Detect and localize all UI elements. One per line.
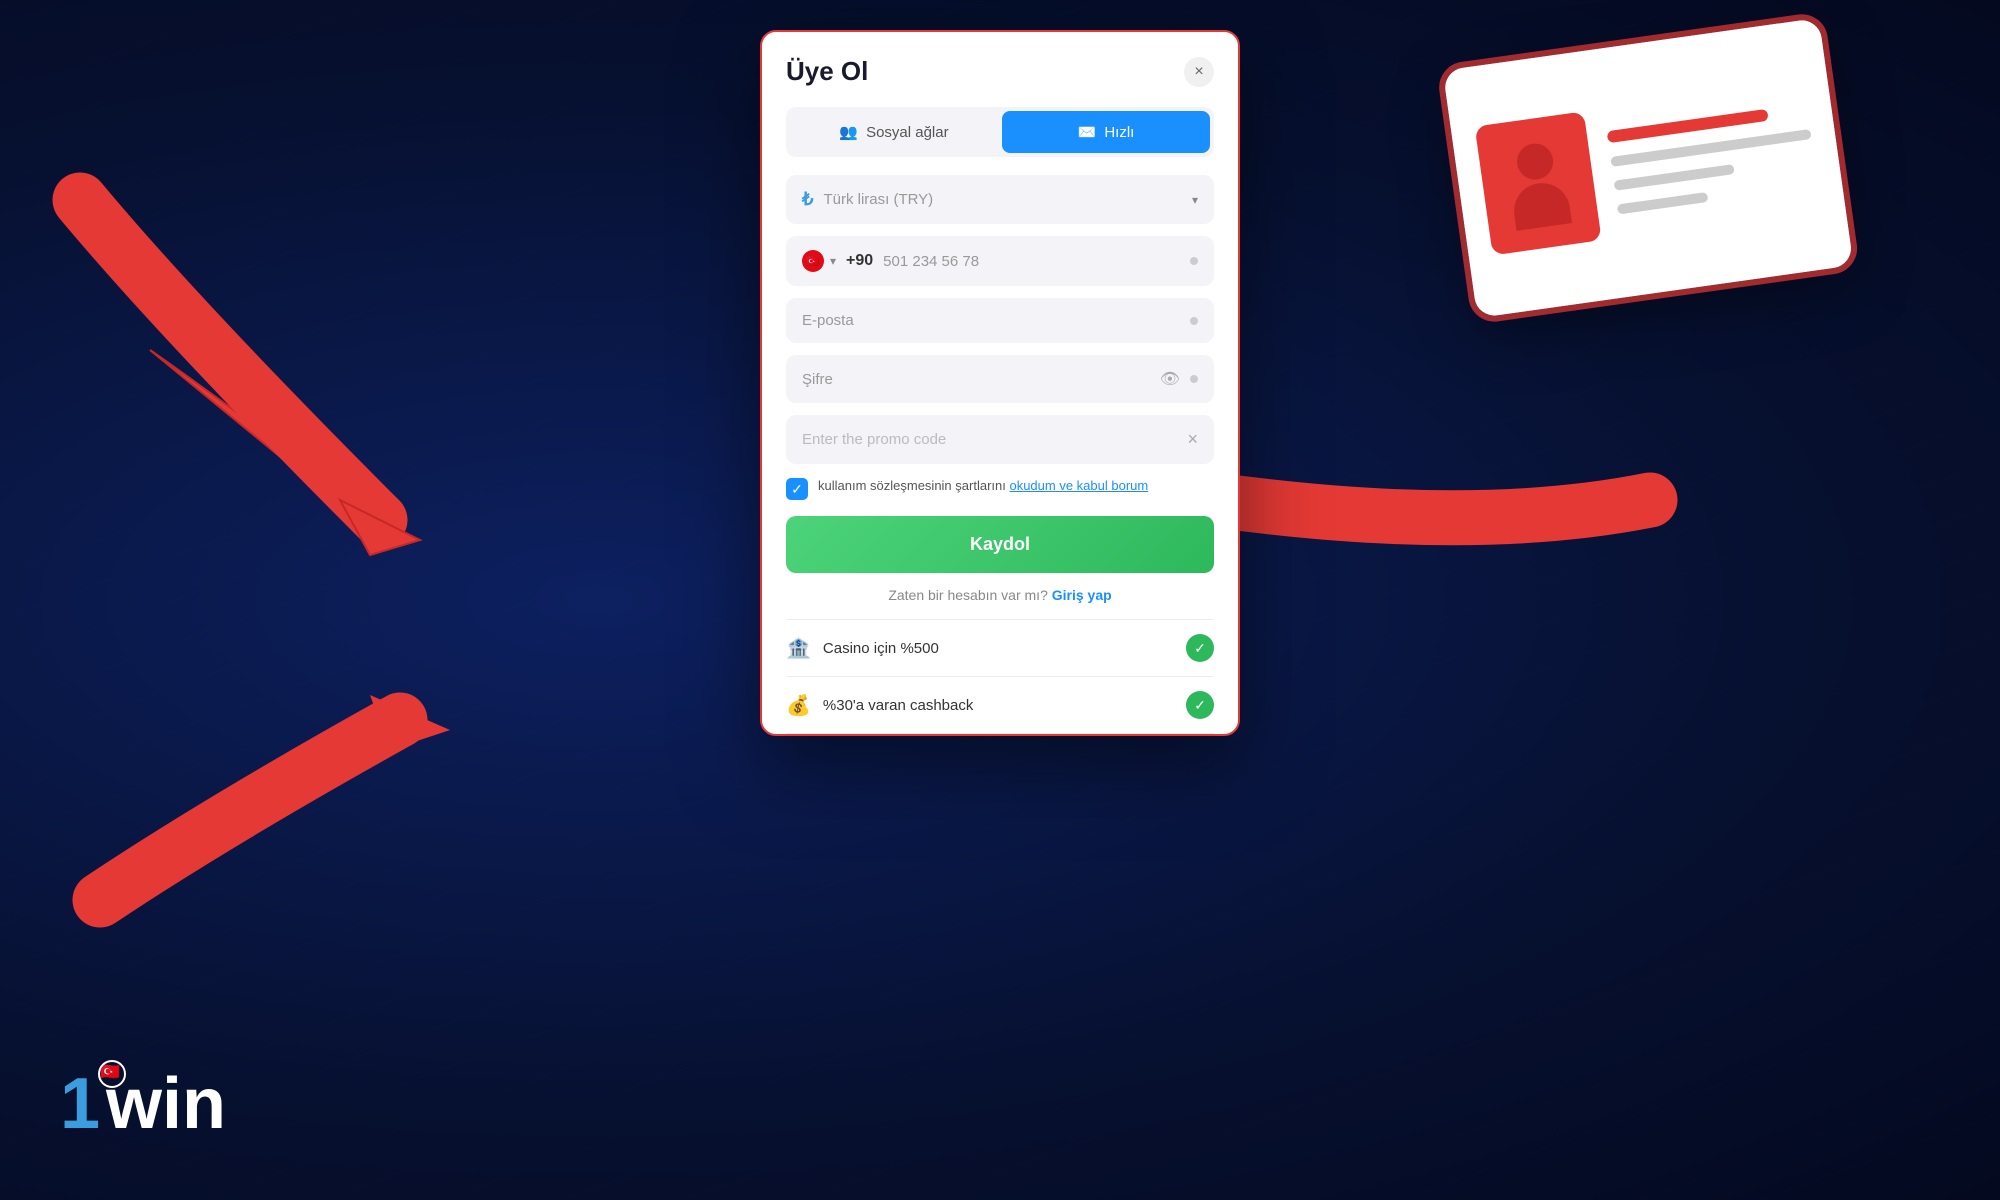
logo-number: 1 [60, 1064, 100, 1144]
password-indicator [1190, 375, 1198, 383]
password-placeholder: Şifre [802, 371, 1150, 388]
terms-checkbox[interactable]: ✓ [786, 478, 808, 500]
modal-header: Üye Ol × [786, 56, 1214, 87]
bonus-cashback-check: ✓ [1186, 691, 1214, 719]
logo-flag: 🇹🇷 [98, 1060, 126, 1088]
currency-icon: ₺ [802, 189, 813, 210]
promo-clear-icon[interactable]: × [1187, 429, 1198, 450]
phone-input[interactable]: 501 234 56 78 [883, 253, 1180, 270]
terms-link[interactable]: okudum ve kabul borum [1009, 478, 1148, 493]
id-avatar [1475, 111, 1602, 255]
promo-code-field[interactable]: Enter the promo code × [786, 415, 1214, 464]
terms-text: kullanım sözleşmesinin şartlarını okudum… [818, 476, 1148, 496]
bonus-item-casino: 🏦 Casino için %500 ✓ [786, 620, 1214, 677]
bonus-item-cashback: 💰 %30'a varan cashback ✓ [786, 677, 1214, 734]
email-icon: ✉️ [1078, 123, 1097, 141]
currency-value: Türk lirası (TRY) [823, 191, 1182, 208]
id-card-illustration [1443, 12, 1898, 348]
email-indicator [1190, 317, 1198, 325]
phone-field[interactable]: 🇹🇷 ▾ +90 501 234 56 78 [786, 236, 1214, 286]
email-field[interactable]: E-posta [786, 298, 1214, 343]
phone-chevron-icon: ▾ [830, 254, 836, 268]
bonus-cashback-text: %30'a varan cashback [823, 697, 1174, 714]
cashback-icon: 💰 [786, 693, 811, 718]
chevron-down-icon: ▾ [1192, 193, 1198, 207]
password-field[interactable]: Şifre 👁 [786, 355, 1214, 403]
login-link[interactable]: Giriş yap [1052, 587, 1112, 603]
logo: 1 🇹🇷 win [60, 1068, 226, 1140]
field-indicator [1190, 257, 1198, 265]
phone-country-selector[interactable]: 🇹🇷 ▾ [802, 250, 836, 272]
register-button[interactable]: Kaydol [786, 516, 1214, 573]
tab-fast[interactable]: ✉️ Hızlı [1002, 111, 1210, 153]
bonus-casino-text: Casino için %500 [823, 640, 1174, 657]
currency-field[interactable]: ₺ Türk lirası (TRY) ▾ [786, 175, 1214, 224]
turkey-flag-icon: 🇹🇷 [802, 250, 824, 272]
registration-modal: Üye Ol × 👥 Sosyal ağlar ✉️ Hızlı ₺ Türk … [760, 30, 1240, 736]
close-button[interactable]: × [1184, 57, 1214, 87]
promo-placeholder: Enter the promo code [802, 431, 1177, 448]
social-icon: 👥 [839, 123, 858, 141]
modal-title: Üye Ol [786, 56, 868, 87]
phone-country-code: +90 [846, 252, 873, 270]
casino-icon: 🏦 [786, 636, 811, 661]
terms-row: ✓ kullanım sözleşmesinin şartlarını okud… [786, 476, 1214, 500]
login-row: Zaten bir hesabın var mı? Giriş yap [786, 587, 1214, 603]
bonus-casino-check: ✓ [1186, 634, 1214, 662]
eye-icon[interactable]: 👁 [1160, 369, 1180, 389]
email-placeholder: E-posta [802, 312, 1180, 329]
tabs-container: 👥 Sosyal ağlar ✉️ Hızlı [786, 107, 1214, 157]
login-text: Zaten bir hesabın var mı? [888, 587, 1048, 603]
bonus-list: 🏦 Casino için %500 ✓ 💰 %30'a varan cashb… [786, 619, 1214, 734]
tab-social[interactable]: 👥 Sosyal ağlar [790, 111, 998, 153]
